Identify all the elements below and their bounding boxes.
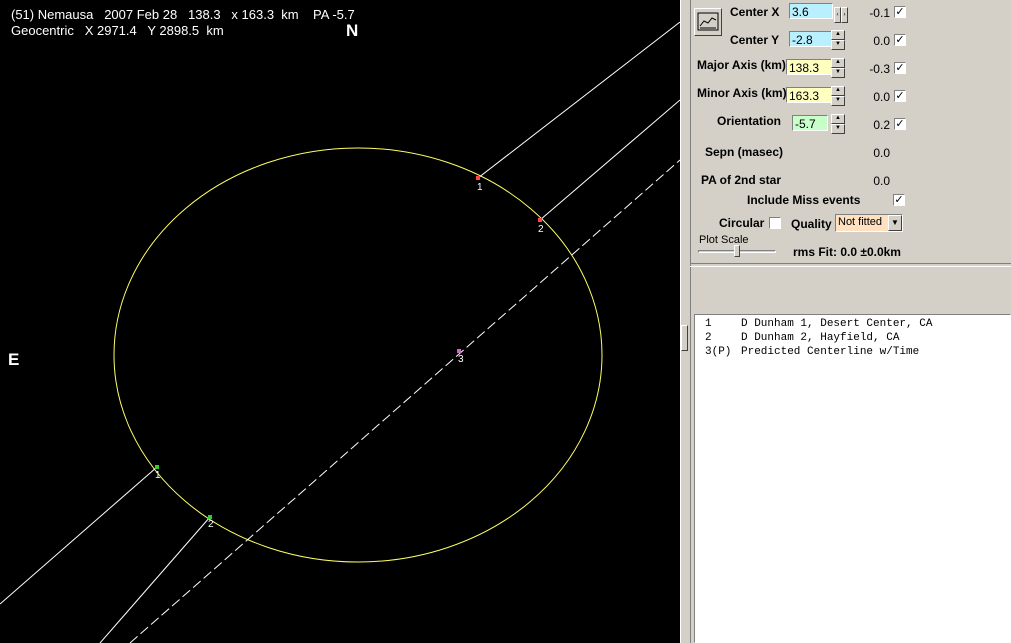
center-y-delta: 0.0 bbox=[873, 34, 890, 48]
graph-icon bbox=[697, 12, 719, 31]
list-item[interactable]: 2D Dunham 2, Hayfield, CA bbox=[705, 332, 899, 344]
center-x-hscroll[interactable]: ‹ › bbox=[834, 3, 850, 23]
right-arrow-icon[interactable]: › bbox=[841, 7, 848, 23]
minor-axis-delta: 0.0 bbox=[873, 90, 890, 104]
chord-label-lower-2: 2 bbox=[208, 519, 214, 530]
quality-label: Quality bbox=[791, 217, 832, 231]
pa-2nd-star-value: 0.0 bbox=[873, 174, 890, 188]
major-axis-delta: -0.3 bbox=[869, 62, 890, 76]
include-miss-label: Include Miss events bbox=[747, 193, 861, 207]
predicted-center-marker bbox=[457, 349, 461, 353]
chord-label-upper-1: 1 bbox=[477, 182, 483, 193]
plot-scale-slider-thumb[interactable] bbox=[734, 245, 740, 257]
orientation-checkbox[interactable]: ✓ bbox=[894, 118, 906, 130]
chord-2-disappear-marker bbox=[538, 218, 542, 222]
spin-up-icon[interactable]: ▲ bbox=[831, 114, 845, 124]
minor-axis-spinner[interactable]: ▲ ▼ bbox=[831, 86, 845, 106]
major-axis-label: Major Axis (km) bbox=[697, 58, 786, 72]
sepn-label: Sepn (masec) bbox=[705, 145, 784, 159]
chord-1-disappear-marker bbox=[476, 176, 480, 180]
circular-label: Circular bbox=[719, 216, 765, 230]
plot-header-line2: Geocentric X 2971.4 Y 2898.5 km bbox=[11, 23, 224, 38]
center-x-label: Center X bbox=[730, 5, 780, 19]
fit-button[interactable] bbox=[694, 8, 722, 36]
center-y-checkbox[interactable]: ✓ bbox=[894, 34, 906, 46]
center-x-delta: -0.1 bbox=[869, 6, 890, 20]
plot-scrollbar-thumb[interactable] bbox=[681, 325, 688, 351]
chord-label-upper-2: 2 bbox=[538, 224, 544, 235]
occultation-plot[interactable]: 1 2 1 2 3 (51) Nemausa 2007 Feb 28 138.3… bbox=[0, 0, 680, 643]
list-item[interactable]: 3(P) Predicted Centerline w/Time bbox=[705, 346, 919, 358]
spin-down-icon[interactable]: ▼ bbox=[831, 40, 845, 50]
spin-down-icon[interactable]: ▼ bbox=[831, 96, 845, 106]
minor-axis-field[interactable]: 163.3 bbox=[786, 87, 832, 103]
plot-scrollbar[interactable] bbox=[680, 0, 691, 643]
quality-dropdown[interactable]: Not fitted ▼ bbox=[835, 214, 903, 232]
spin-down-icon[interactable]: ▼ bbox=[831, 68, 845, 78]
center-y-spinner[interactable]: ▲ ▼ bbox=[831, 30, 845, 50]
rms-fit-text: rms Fit: 0.0 ±0.0km bbox=[793, 245, 901, 259]
pa-2nd-star-label: PA of 2nd star bbox=[701, 173, 782, 187]
chord-2-line-lower bbox=[99, 516, 211, 643]
east-label: E bbox=[8, 350, 20, 369]
plot-canvas: 1 2 1 2 3 bbox=[0, 21, 680, 643]
plot-header-line1: (51) Nemausa 2007 Feb 28 138.3 x 163.3 k… bbox=[11, 7, 355, 22]
north-label: N bbox=[346, 21, 359, 40]
sepn-value: 0.0 bbox=[873, 146, 890, 160]
observer-list[interactable]: 1D Dunham 1, Desert Center, CA 2D Dunham… bbox=[694, 314, 1011, 643]
major-axis-checkbox[interactable]: ✓ bbox=[894, 62, 906, 74]
chord-1-line-lower bbox=[0, 466, 158, 605]
orientation-spinner[interactable]: ▲ ▼ bbox=[831, 114, 845, 134]
spin-up-icon[interactable]: ▲ bbox=[831, 86, 845, 96]
orientation-label: Orientation bbox=[717, 114, 782, 128]
orientation-delta: 0.2 bbox=[873, 118, 890, 132]
orientation-field[interactable]: -5.7 bbox=[792, 115, 828, 131]
center-x-checkbox[interactable]: ✓ bbox=[894, 6, 906, 18]
center-x-field[interactable]: 3.6 bbox=[789, 3, 833, 19]
predicted-centerline bbox=[129, 159, 680, 643]
spin-up-icon[interactable]: ▲ bbox=[831, 58, 845, 68]
chord-1-line-upper bbox=[477, 21, 680, 179]
center-y-label: Center Y bbox=[730, 33, 780, 47]
left-arrow-icon[interactable]: ‹ bbox=[834, 7, 841, 23]
list-item[interactable]: 1D Dunham 1, Desert Center, CA bbox=[705, 318, 932, 330]
minor-axis-checkbox[interactable]: ✓ bbox=[894, 90, 906, 102]
chord-2-line-upper bbox=[539, 99, 680, 221]
circular-checkbox[interactable] bbox=[769, 217, 781, 229]
chevron-down-icon[interactable]: ▼ bbox=[888, 215, 902, 231]
panel-divider bbox=[690, 263, 1011, 267]
major-axis-spinner[interactable]: ▲ ▼ bbox=[831, 58, 845, 78]
center-y-field[interactable]: -2.8 bbox=[789, 31, 833, 47]
plot-scale-label: Plot Scale bbox=[699, 234, 749, 246]
chord-label-lower-1: 1 bbox=[155, 470, 161, 481]
spin-down-icon[interactable]: ▼ bbox=[831, 124, 845, 134]
major-axis-field[interactable]: 138.3 bbox=[786, 59, 832, 75]
chord-label-center-3: 3 bbox=[458, 354, 464, 365]
chord-1-reappear-marker bbox=[155, 465, 159, 469]
include-miss-checkbox[interactable]: ✓ bbox=[893, 194, 905, 206]
minor-axis-label: Minor Axis (km) bbox=[697, 86, 787, 100]
quality-value: Not fitted bbox=[838, 216, 883, 228]
spin-up-icon[interactable]: ▲ bbox=[831, 30, 845, 40]
asteroid-profile-ellipse bbox=[113, 147, 603, 563]
